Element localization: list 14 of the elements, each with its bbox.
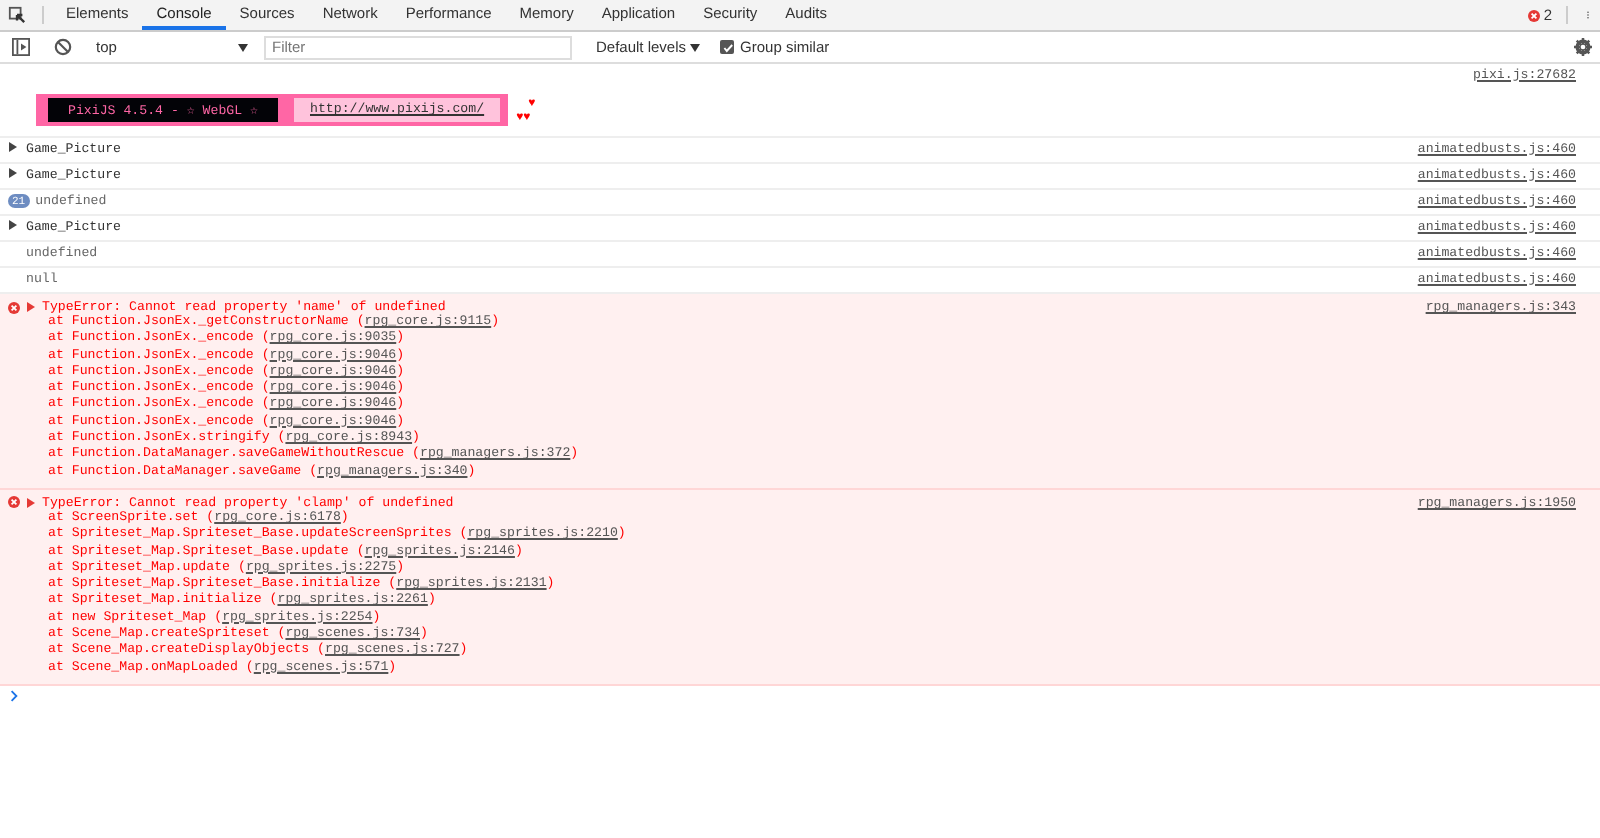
settings-icon[interactable] bbox=[1574, 38, 1592, 56]
inspect-icon[interactable] bbox=[8, 6, 26, 24]
error-icon bbox=[8, 301, 20, 313]
expand-triangle-icon[interactable] bbox=[8, 167, 18, 177]
checkbox[interactable] bbox=[720, 40, 735, 54]
prompt-caret-icon bbox=[10, 689, 18, 702]
error-icon bbox=[8, 496, 20, 509]
sidebar-toggle-icon[interactable] bbox=[12, 38, 30, 56]
error-icon bbox=[1527, 9, 1540, 21]
expand-triangle-icon[interactable] bbox=[8, 141, 18, 151]
expand-triangle-icon[interactable] bbox=[8, 219, 18, 229]
clear-icon[interactable] bbox=[54, 38, 72, 56]
caret-icon bbox=[690, 43, 701, 51]
caret-icon bbox=[238, 43, 248, 51]
